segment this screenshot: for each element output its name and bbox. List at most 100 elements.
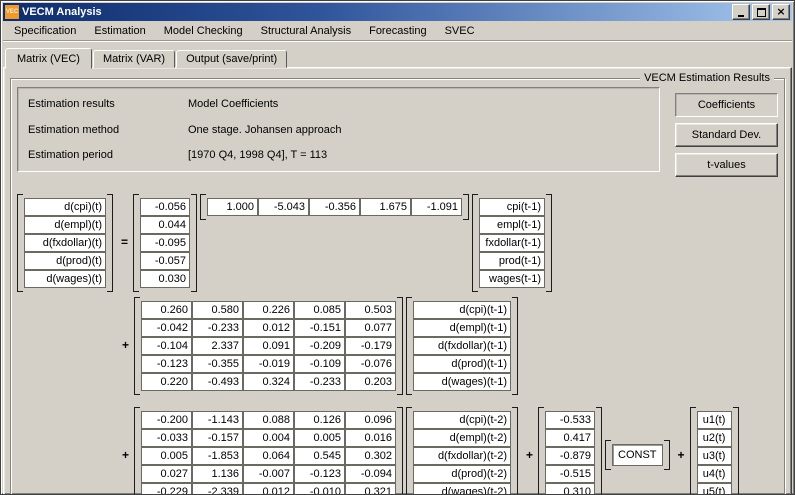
matrix-cell: -0.010 (294, 483, 345, 495)
menu-item[interactable]: Estimation (85, 22, 154, 40)
estimation-info-panel: Estimation results Model Coefficients Es… (17, 87, 660, 172)
matrix-row: 0.005-1.8530.0640.5450.302 (141, 447, 396, 465)
matrix-cell: 0.044 (140, 216, 190, 234)
gamma1-matrix: 0.2600.5800.2260.0850.503-0.042 -0.233 0.0… (134, 297, 403, 395)
matrix-row: d(cpi)(t) (24, 198, 106, 216)
matrix-row: wages(t-1) (479, 270, 545, 288)
matrix-row: -0.1042.3370.091-0.209-0.179 (141, 337, 396, 355)
estimation-period-label: Estimation period (28, 149, 188, 161)
matrix-cell: -0.233 (294, 373, 345, 391)
matrix-cell: 0.503 (345, 301, 396, 319)
matrix-row: 0.2600.5800.2260.0850.503 (141, 301, 396, 319)
matrix-cell: -0.033 (141, 429, 192, 447)
matrix-cell: -1.091 (411, 198, 462, 216)
matrix-cell: 0.310 (545, 483, 595, 495)
maximize-button[interactable] (752, 4, 770, 20)
menu-item[interactable]: Specification (5, 22, 85, 40)
matrix-cell: 1.136 (192, 465, 243, 483)
matrix-cell: 1.000 (207, 198, 258, 216)
groupbox-title: VECM Estimation Results (640, 72, 774, 84)
matrix-cell: 0.545 (294, 447, 345, 465)
matrix-row: d(fxdollar)(t-2) (413, 447, 511, 465)
matrix-row: -0.057 (140, 252, 190, 270)
matrix-cell: cpi(t-1) (479, 198, 545, 216)
menu-item[interactable]: SVEC (436, 22, 484, 40)
matrix-row: u5(t) (697, 483, 732, 495)
matrix-cell: -0.533 (545, 411, 595, 429)
estimation-results-label: Estimation results (28, 98, 188, 110)
const-wrapper: CONST (605, 407, 673, 495)
results-button-column: Coefficients Standard Dev. t-values (675, 93, 778, 177)
menu-item[interactable]: Structural Analysis (252, 22, 360, 40)
matrix-cell: -0.019 (243, 355, 294, 373)
matrix-cell: 0.324 (243, 373, 294, 391)
matrix-cell: -0.076 (345, 355, 396, 373)
minimize-button[interactable] (732, 4, 750, 20)
t-values-button[interactable]: t-values (675, 153, 778, 177)
matrix-cell: d(cpi)(t-1) (413, 301, 511, 319)
info-row-period: Estimation period [1970 Q4, 1998 Q4], T … (28, 149, 649, 161)
const-vector-matrix: -0.5330.417-0.879-0.5150.310 (538, 407, 602, 495)
matrix-cell: -0.123 (294, 465, 345, 483)
tab[interactable]: Matrix (VEC) (5, 48, 92, 69)
matrix-cell: 0.417 (545, 429, 595, 447)
matrix-cell: 0.012 (243, 319, 294, 337)
matrix-cell: empl(t-1) (479, 216, 545, 234)
matrix-cell: 0.096 (345, 411, 396, 429)
matrix-row: u2(t) (697, 429, 732, 447)
matrix-row: u3(t) (697, 447, 732, 465)
matrix-cell: 0.016 (345, 429, 396, 447)
plus-operator-2: + (117, 407, 134, 495)
matrix-row: -0.095 (140, 234, 190, 252)
tab[interactable]: Output (save/print) (176, 50, 287, 68)
app-window: VEC VECM Analysis × SpecificationEstimat… (0, 0, 795, 495)
standard-dev-button[interactable]: Standard Dev. (675, 123, 778, 147)
menu-item[interactable]: Forecasting (360, 22, 435, 40)
matrix-cell: d(cpi)(t) (24, 198, 106, 216)
matrix-cell: d(fxdollar)(t-1) (413, 337, 511, 355)
matrix-cell: wages(t-1) (479, 270, 545, 288)
matrix-cell: -0.356 (309, 198, 360, 216)
matrix-row: d(prod)(t-1) (413, 355, 511, 373)
matrix-row: d(cpi)(t-2) (413, 411, 511, 429)
matrix-cell: -0.151 (294, 319, 345, 337)
matrix-row: u1(t) (697, 411, 732, 429)
matrix-cell: prod(t-1) (479, 252, 545, 270)
matrix-cell: -0.056 (140, 198, 190, 216)
matrix-cell: 1.675 (360, 198, 411, 216)
matrix-row: 0.030 (140, 270, 190, 288)
matrix-cell: d(prod)(t-1) (413, 355, 511, 373)
coefficients-button[interactable]: Coefficients (675, 93, 778, 117)
matrix-row: 0.310 (545, 483, 595, 495)
matrix-cell: d(wages)(t-1) (413, 373, 511, 391)
matrix-row: empl(t-1) (479, 216, 545, 234)
plus-operator-3: + (521, 407, 538, 495)
matrix-cell: -0.094 (345, 465, 396, 483)
matrix-cell: -0.042 (141, 319, 192, 337)
matrix-row: -0.200-1.1430.0880.1260.096 (141, 411, 396, 429)
matrix-row: fxdollar(t-1) (479, 234, 545, 252)
matrix-row: 0.220-0.4930.324-0.2330.203 (141, 373, 396, 391)
matrix-row: -0.123-0.355-0.019-0.109-0.076 (141, 355, 396, 373)
matrix-cell: 0.004 (243, 429, 294, 447)
matrix-row: -0.033-0.1570.0040.0050.016 (141, 429, 396, 447)
matrix-cell: 0.126 (294, 411, 345, 429)
matrix-cell: d(cpi)(t-2) (413, 411, 511, 429)
matrix-cell: 0.005 (294, 429, 345, 447)
matrix-row: d(cpi)(t-1) (413, 301, 511, 319)
matrix-cell: d(fxdollar)(t) (24, 234, 106, 252)
matrix-cell: 0.088 (243, 411, 294, 429)
close-icon: × (776, 7, 785, 17)
matrix-cell: 0.077 (345, 319, 396, 337)
info-row-method: Estimation method One stage. Johansen ap… (28, 124, 649, 136)
menu-item[interactable]: Model Checking (155, 22, 252, 40)
estimation-period-value: [1970 Q4, 1998 Q4], T = 113 (188, 149, 327, 161)
matrix-row: 1.000-5.043-0.3561.675-1.091 (207, 198, 462, 216)
matrix-row: d(empl)(t) (24, 216, 106, 234)
equals-operator: = (116, 194, 133, 290)
matrix-row: d(fxdollar)(t) (24, 234, 106, 252)
close-button[interactable]: × (772, 4, 790, 20)
tab[interactable]: Matrix (VAR) (93, 50, 175, 68)
equation-row-1: d(cpi)(t)d(empl)(t)d(fxdollar)(t)d(prod)… (17, 194, 778, 292)
matrix-cell: -0.179 (345, 337, 396, 355)
